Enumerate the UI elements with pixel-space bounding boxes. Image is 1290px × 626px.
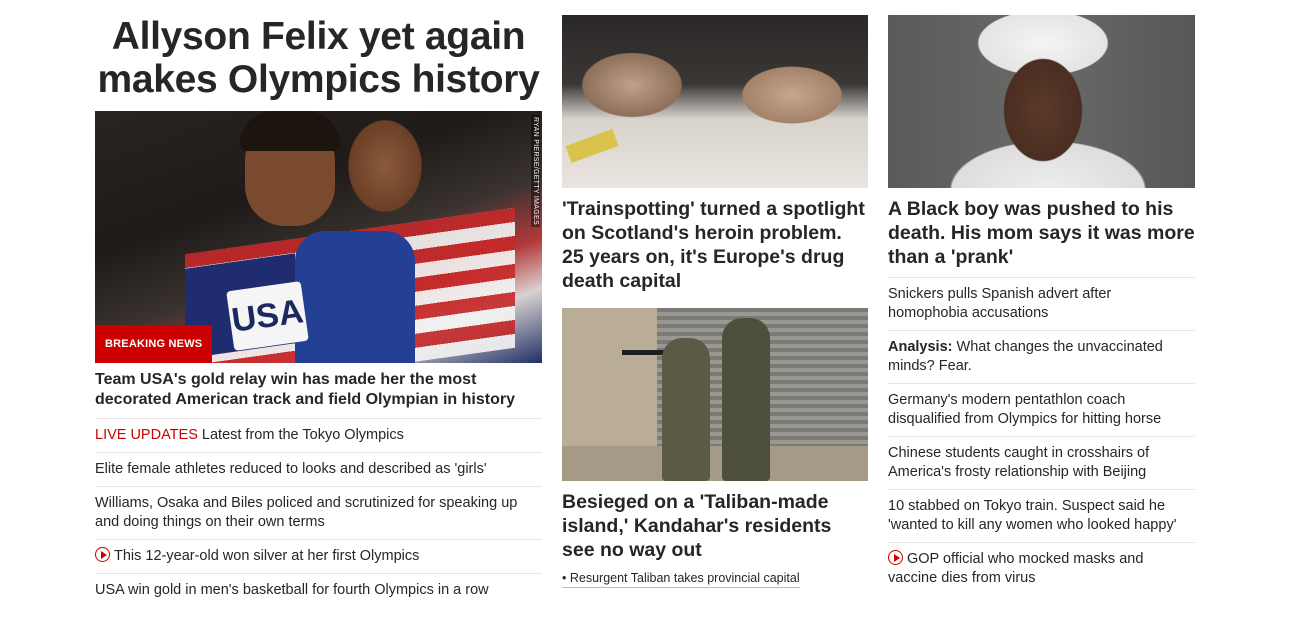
story-image-kandahar[interactable] bbox=[562, 308, 868, 481]
list-item[interactable]: USA win gold in men's basketball for fou… bbox=[95, 574, 542, 607]
hero-image[interactable]: USA RYAN PIERSE/GETTY IMAGES BREAKING NE… bbox=[95, 111, 542, 363]
soldier-figure bbox=[662, 338, 710, 481]
ground-shape bbox=[562, 446, 868, 481]
athlete-bib: USA bbox=[226, 281, 309, 351]
list-item[interactable]: Germany's modern pentathlon coach disqua… bbox=[888, 384, 1195, 437]
lead-caption[interactable]: Team USA's gold relay win has made her t… bbox=[95, 363, 542, 419]
list-item[interactable]: Analysis: What changes the unvaccinated … bbox=[888, 331, 1195, 384]
list-item[interactable]: 10 stabbed on Tokyo train. Suspect said … bbox=[888, 490, 1195, 543]
link-text[interactable]: Snickers pulls Spanish advert after homo… bbox=[888, 286, 1111, 321]
story-title-trainspotting[interactable]: 'Trainspotting' turned a spotlight on Sc… bbox=[562, 188, 868, 308]
story-title-kandahar[interactable]: Besieged on a 'Taliban-made island,' Kan… bbox=[562, 481, 868, 568]
middle-column: 'Trainspotting' turned a spotlight on Sc… bbox=[562, 15, 868, 588]
breaking-news-badge: BREAKING NEWS bbox=[95, 325, 213, 363]
main-headline-line-2[interactable]: makes Olympics history bbox=[95, 58, 542, 101]
athlete-body bbox=[295, 231, 415, 363]
link-text[interactable]: 10 stabbed on Tokyo train. Suspect said … bbox=[888, 498, 1176, 533]
link-text[interactable]: GOP official who mocked masks and vaccin… bbox=[888, 551, 1143, 586]
lead-related-links: LIVE UPDATES Latest from the Tokyo Olymp… bbox=[95, 419, 542, 607]
lead-story-column: Allyson Felix yet again makes Olympics h… bbox=[95, 15, 542, 607]
analysis-label[interactable]: Analysis: bbox=[888, 339, 952, 355]
list-item[interactable]: Elite female athletes reduced to looks a… bbox=[95, 453, 542, 487]
photo-credit: RYAN PIERSE/GETTY IMAGES bbox=[531, 115, 540, 227]
link-text[interactable]: Williams, Osaka and Biles policed and sc… bbox=[95, 495, 517, 530]
list-item[interactable]: Snickers pulls Spanish advert after homo… bbox=[888, 278, 1195, 331]
list-item[interactable]: This 12-year-old won silver at her first… bbox=[95, 540, 542, 574]
link-text[interactable]: Chinese students caught in crosshairs of… bbox=[888, 445, 1149, 480]
link-text[interactable]: Latest from the Tokyo Olympics bbox=[202, 427, 404, 443]
play-icon bbox=[888, 550, 903, 565]
list-item[interactable]: GOP official who mocked masks and vaccin… bbox=[888, 543, 1195, 595]
link-text[interactable]: Elite female athletes reduced to looks a… bbox=[95, 461, 487, 477]
link-text[interactable]: This 12-year-old won silver at her first… bbox=[114, 548, 419, 564]
story-image-trainspotting[interactable] bbox=[562, 15, 868, 188]
athlete-hair bbox=[240, 111, 340, 151]
list-item[interactable]: Chinese students caught in crosshairs of… bbox=[888, 437, 1195, 490]
soldier-figure bbox=[722, 318, 770, 481]
play-icon bbox=[95, 547, 110, 562]
link-text[interactable]: Germany's modern pentathlon coach disqua… bbox=[888, 392, 1161, 427]
list-item[interactable]: LIVE UPDATES Latest from the Tokyo Olymp… bbox=[95, 419, 542, 453]
link-text[interactable]: USA win gold in men's basketball for fou… bbox=[95, 582, 489, 598]
story-title-prank[interactable]: A Black boy was pushed to his death. His… bbox=[888, 188, 1195, 278]
right-link-list: Snickers pulls Spanish advert after homo… bbox=[888, 278, 1195, 595]
card-shape bbox=[565, 128, 619, 164]
story-image-portrait[interactable] bbox=[888, 15, 1195, 188]
live-updates-label[interactable]: LIVE UPDATES bbox=[95, 427, 198, 443]
right-column: A Black boy was pushed to his death. His… bbox=[888, 15, 1195, 595]
list-item[interactable]: Williams, Osaka and Biles policed and sc… bbox=[95, 487, 542, 540]
main-headline-line-1[interactable]: Allyson Felix yet again bbox=[95, 15, 542, 58]
sub-link-taliban[interactable]: • Resurgent Taliban takes provincial cap… bbox=[562, 568, 800, 588]
main-headline[interactable]: Allyson Felix yet again makes Olympics h… bbox=[95, 15, 542, 101]
